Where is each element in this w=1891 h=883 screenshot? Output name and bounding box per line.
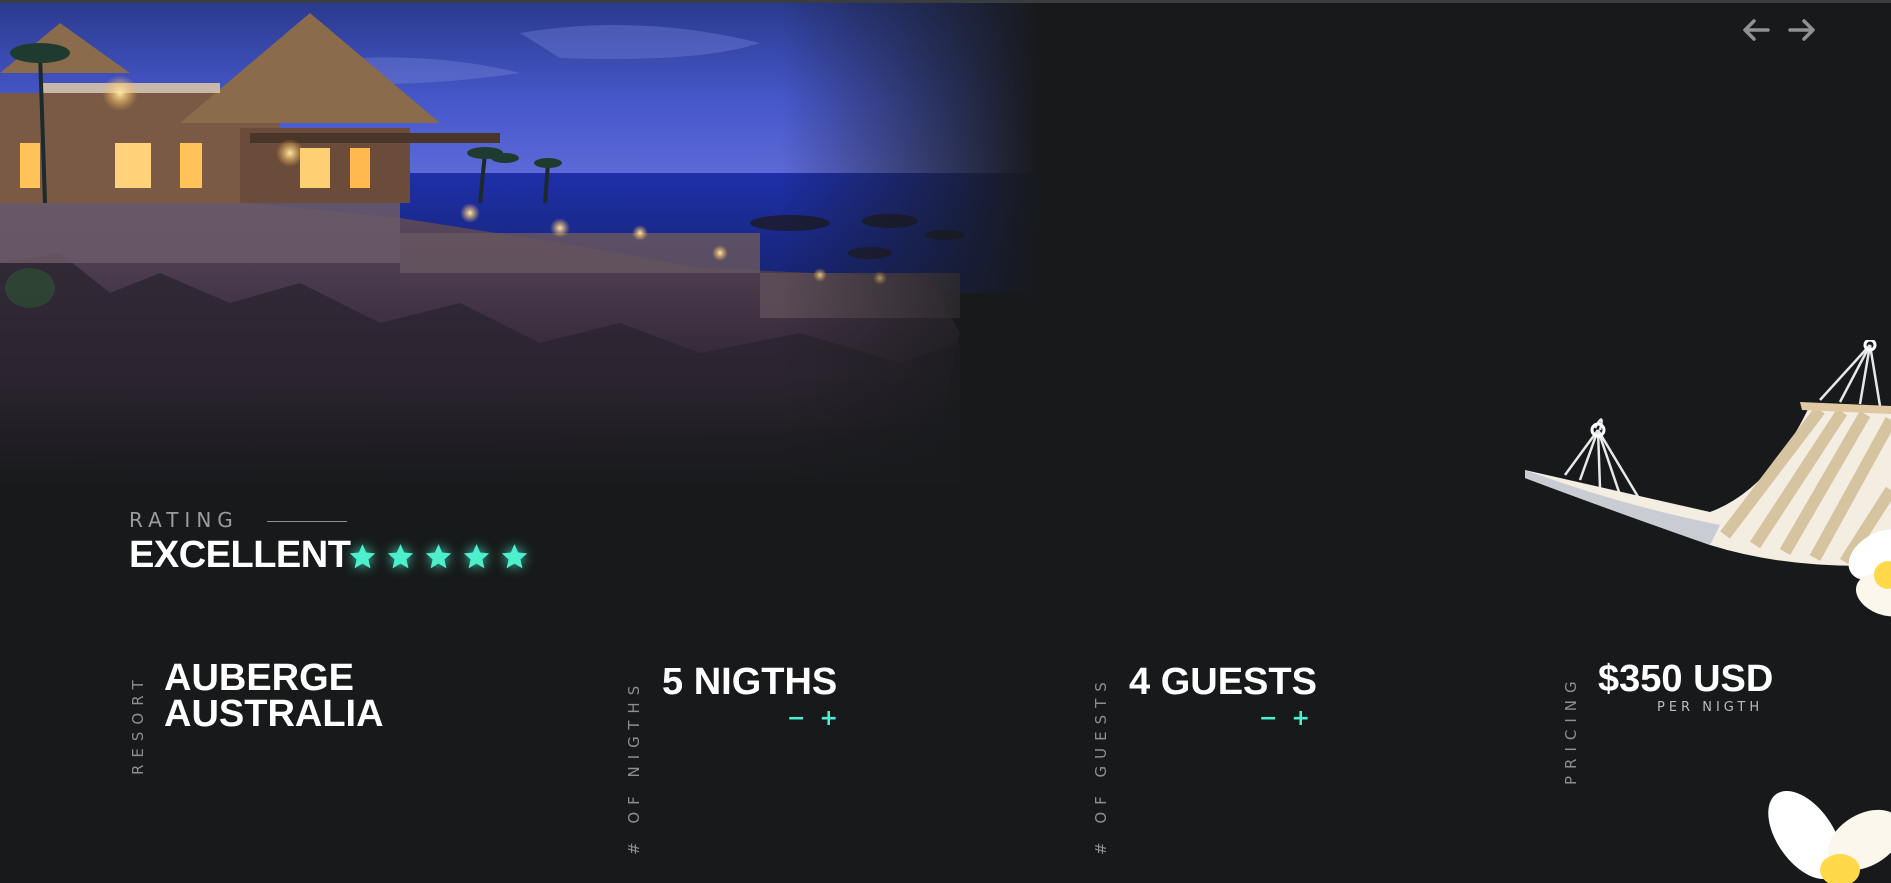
star-icon [425, 544, 452, 569]
pricing-value: $350 USD [1598, 658, 1774, 700]
plumeria-flower-icon [1848, 529, 1891, 617]
next-button[interactable] [1786, 14, 1818, 46]
star-icon [387, 544, 414, 569]
rating-stars [348, 542, 529, 571]
hero-fade-bottom [0, 373, 1040, 503]
prev-button[interactable] [1740, 14, 1772, 46]
resort-name: AUBERGE AUSTRALIA [164, 657, 384, 735]
nights-value: 5 NIGTHS [662, 661, 838, 703]
nights-decrement-button[interactable]: − [787, 708, 805, 730]
arrow-right-icon [1788, 19, 1815, 41]
star-icon [501, 544, 528, 569]
resort-name-line1: AUBERGE [164, 657, 355, 699]
hammock-illustration [1525, 338, 1891, 566]
booking-page: RATING EXCELLENT RESORT AUBERGE AUSTRALI… [0, 0, 1891, 883]
guests-stepper: − + [1259, 708, 1310, 730]
nights-label: # OF NIGTHS [625, 678, 643, 855]
rating-divider [267, 521, 347, 522]
resort-label: RESORT [129, 673, 147, 775]
rating-label: RATING [129, 508, 239, 532]
resort-name-line2: AUSTRALIA [164, 693, 384, 735]
hammock-image [1520, 338, 1891, 574]
nights-increment-button[interactable]: + [819, 708, 837, 730]
hero-resort-image [0, 3, 1040, 503]
pricing-sub-label: PER NIGTH [1657, 700, 1764, 715]
rating-value: EXCELLENT [129, 534, 351, 576]
flower-bottom-image [1745, 780, 1891, 883]
slider-nav [1740, 14, 1818, 46]
plumeria-flower-icon-2 [1768, 791, 1891, 883]
flower-top-image [1840, 520, 1891, 634]
guests-increment-button[interactable]: + [1291, 708, 1309, 730]
star-icon [463, 544, 490, 569]
guests-label: # OF GUESTS [1092, 675, 1110, 855]
star-icon [349, 544, 376, 569]
nights-stepper: − + [787, 708, 838, 730]
guests-decrement-button[interactable]: − [1259, 708, 1277, 730]
pricing-label: PRICING [1562, 674, 1580, 785]
arrow-left-icon [1743, 19, 1770, 41]
guests-value: 4 GUESTS [1129, 661, 1317, 703]
